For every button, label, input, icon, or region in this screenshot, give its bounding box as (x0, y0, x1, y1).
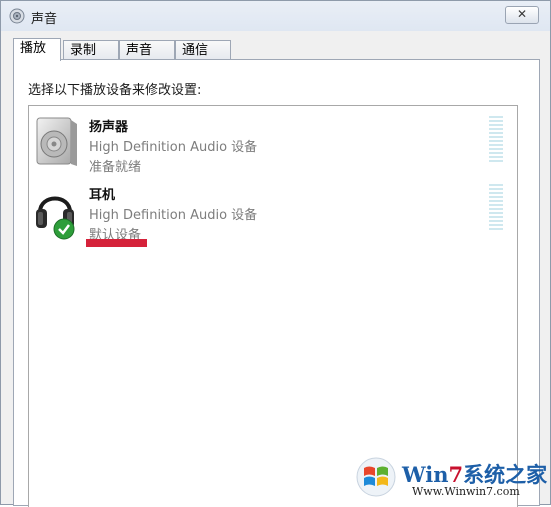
instruction-text: 选择以下播放设备来修改设置: (28, 83, 202, 98)
device-name: 扬声器 (89, 120, 129, 135)
watermark-url: Www.Winwin7.com (412, 485, 520, 498)
volume-level-meter (489, 116, 503, 162)
device-status: 准备就绪 (89, 160, 142, 175)
sound-icon (9, 8, 25, 24)
highlight-bar (86, 239, 147, 247)
window-title: 声音 (31, 12, 58, 27)
close-button[interactable]: ✕ (505, 6, 539, 24)
speaker-icon (36, 117, 77, 166)
device-item-headphones[interactable]: 耳机 High Definition Audio 设备 默认设备 (29, 182, 517, 246)
sound-dialog: 声音 ✕ 播放 录制 声音 通信 选择以下播放设备来修改设置: 扬声器 High… (0, 0, 551, 507)
tab-playback[interactable]: 播放 (13, 38, 61, 61)
device-driver: High Definition Audio 设备 (89, 140, 258, 155)
watermark: Win7系统之家 Www.Winwin7.com (354, 455, 549, 503)
playback-panel: 选择以下播放设备来修改设置: 扬声器 High Definition Audio… (13, 59, 540, 507)
device-driver: High Definition Audio 设备 (89, 208, 258, 223)
close-icon: ✕ (516, 7, 528, 21)
tab-communications[interactable]: 通信 (175, 40, 231, 60)
tab-sounds[interactable]: 声音 (119, 40, 175, 60)
device-item-speaker[interactable]: 扬声器 High Definition Audio 设备 准备就绪 (29, 114, 517, 178)
windows-logo-icon (356, 457, 396, 497)
tab-strip: 播放 录制 声音 通信 (13, 38, 551, 61)
tab-recording[interactable]: 录制 (63, 40, 119, 60)
volume-level-meter (489, 184, 503, 230)
title-bar: 声音 ✕ (1, 1, 550, 31)
device-list[interactable]: 扬声器 High Definition Audio 设备 准备就绪 耳机 Hig… (28, 105, 518, 507)
default-check-icon (53, 218, 75, 240)
device-name: 耳机 (89, 188, 116, 203)
